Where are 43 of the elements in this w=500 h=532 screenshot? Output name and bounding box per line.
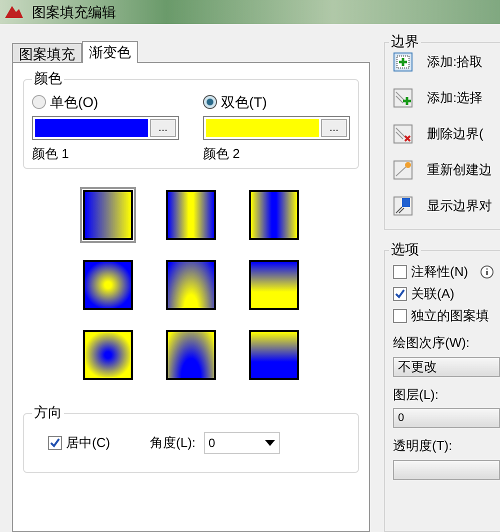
tab[interactable]: 图案填充 [12,43,82,62]
caret-icon [264,438,275,446]
browse-button[interactable]: ... [321,119,347,137]
browse-button[interactable]: ... [150,119,176,137]
group-title: 选项 [389,242,421,256]
window-title: 图案填充编辑 [32,2,116,22]
remove-icon [393,124,413,144]
group-title: 边界 [389,34,421,48]
checkbox-label: 居中(C) [66,434,110,452]
add-object-icon [393,88,413,108]
boundary-button[interactable]: 删除边界( [393,123,500,145]
group-title: 方向 [32,404,64,418]
gradient-swatch[interactable] [80,186,136,242]
centered-checkbox[interactable] [48,436,62,450]
layer-dropdown[interactable]: 0 [393,408,500,428]
field-label: 绘图次序(W): [393,334,471,352]
tab[interactable]: 渐变色 [82,41,138,63]
field-label: 图层(L): [393,386,440,404]
color-caption: 颜色 2 [203,145,241,163]
boundary-button[interactable]: 添加:选择 [393,87,500,109]
field-label: 透明度(T): [393,437,454,455]
recreate-icon [393,160,413,180]
angle-dropdown[interactable]: 0 [204,432,280,454]
option-checkbox[interactable] [393,287,407,301]
checkbox-label: 关联(A) [411,285,454,304]
option-checkbox[interactable] [393,265,407,279]
color-swatch[interactable] [206,119,319,137]
color-radio[interactable]: 单色(O) [32,92,179,112]
color-swatch[interactable] [35,119,148,137]
checkbox-label: 独立的图案填 [411,307,489,326]
app-icon [4,4,24,20]
color-radio[interactable]: 双色(T) [203,92,350,112]
view-icon [393,196,413,216]
checkbox-label: 注释性(N) [411,263,468,282]
boundary-button[interactable]: 重新创建边 [393,159,500,181]
option-checkbox[interactable] [393,309,407,323]
add-point-icon [393,52,413,72]
draw-order-dropdown[interactable]: 不更改 [393,356,500,376]
boundary-button[interactable]: 显示边界对 [393,195,500,217]
angle-label: 角度(L): [150,434,196,452]
boundary-button[interactable]: 添加:拾取 [393,51,500,73]
color-caption: 颜色 1 [32,145,70,163]
group-title: 颜色 [32,71,64,85]
